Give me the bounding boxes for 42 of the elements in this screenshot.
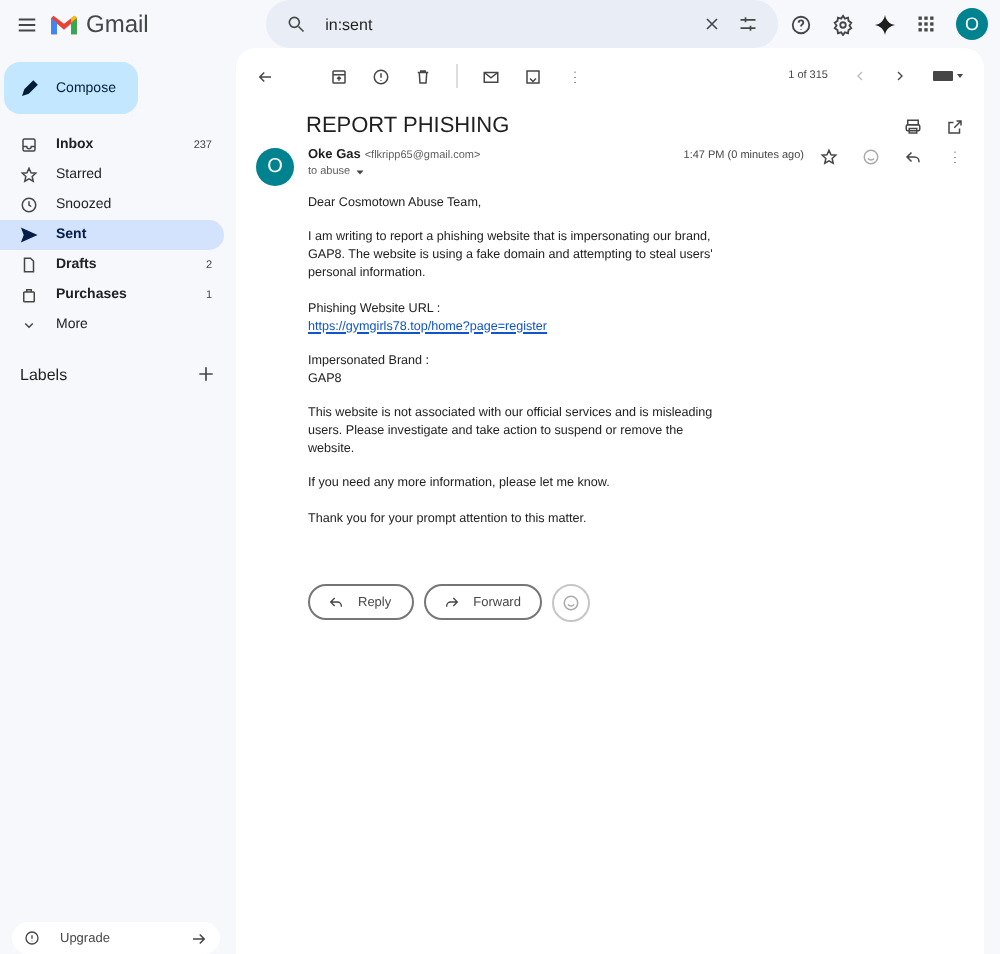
plus-icon[interactable] [196, 364, 216, 384]
caret-icon [354, 166, 367, 178]
menu-icon[interactable] [16, 13, 38, 35]
envelope-logo-icon [50, 13, 78, 35]
search-icon [285, 14, 306, 34]
labels-heading: Labels [20, 365, 68, 383]
account-avatar[interactable]: O [956, 8, 988, 40]
sliders-icon[interactable] [738, 14, 758, 34]
settings-icon[interactable] [832, 13, 854, 35]
bag-icon [20, 286, 38, 304]
reply-icon[interactable] [904, 148, 922, 166]
sender-avatar: O [256, 148, 294, 186]
help-icon[interactable] [790, 13, 812, 35]
search-field[interactable]: in:sent [321, 13, 686, 35]
arrow-right-icon [190, 929, 208, 947]
app-name: Gmail [86, 10, 149, 38]
chevron-right-icon[interactable] [892, 68, 908, 84]
email-subject: REPORT PHISHING [306, 114, 512, 138]
alert-icon[interactable] [372, 67, 390, 85]
info-icon [24, 930, 40, 946]
trash-icon[interactable] [414, 67, 432, 85]
archive-icon[interactable] [330, 67, 348, 85]
star-icon [20, 166, 38, 184]
search-bar[interactable]: in:sent [265, 0, 778, 48]
clock-icon [20, 196, 38, 214]
inbox-icon [20, 136, 38, 154]
apps-grid-icon[interactable] [916, 14, 936, 34]
star-icon[interactable] [820, 148, 838, 166]
pencil-icon[interactable] [20, 78, 40, 98]
sparkle-icon[interactable] [874, 13, 896, 35]
file-icon [20, 256, 38, 274]
back-icon[interactable] [256, 67, 274, 85]
forward-arrow-icon [443, 594, 460, 611]
close-icon[interactable] [702, 14, 722, 34]
reply-arrow-icon [328, 594, 344, 611]
mail-icon[interactable] [482, 67, 500, 85]
label-box-icon[interactable] [524, 67, 542, 85]
keyboard-icon[interactable] [932, 68, 964, 84]
send-icon [20, 226, 38, 244]
emoji-icon [562, 593, 581, 612]
print-icon[interactable] [904, 117, 922, 135]
open-external-icon[interactable] [946, 117, 964, 135]
